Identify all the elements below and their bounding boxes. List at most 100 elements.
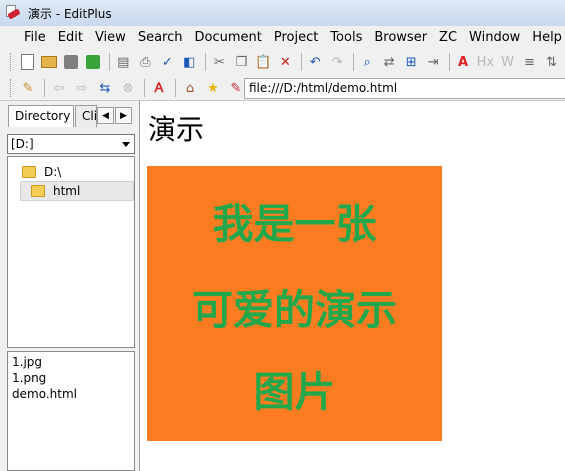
menu-window[interactable]: Window (465, 30, 528, 45)
menu-view[interactable]: View (91, 30, 134, 45)
cut-button[interactable]: ✂ (211, 53, 228, 71)
print-button[interactable]: ⎙ (137, 53, 154, 71)
save-all-button[interactable] (85, 53, 102, 71)
menu-project[interactable]: Project (270, 30, 326, 45)
toolbar-separator (175, 79, 176, 97)
tree-item-root[interactable]: D:\ (22, 162, 61, 182)
forward-button[interactable]: ⇨ (73, 79, 91, 97)
menu-edit[interactable]: Edit (54, 30, 91, 45)
toolbar-separator (144, 79, 145, 97)
replace-icon: ⇄ (383, 54, 395, 70)
font-a-icon: A (458, 54, 469, 70)
menu-file[interactable]: File (20, 30, 54, 45)
tree-item-label: D:\ (44, 165, 62, 179)
tab-scroll-right-button[interactable]: ▶ (115, 107, 132, 124)
tab-cliptext[interactable]: Cliptext (75, 105, 97, 127)
tree-item-label: html (53, 184, 81, 198)
replace-button[interactable]: ⇄ (381, 53, 398, 71)
address-input[interactable]: file:///D:/html/demo.html (244, 78, 565, 99)
delete-button[interactable]: ✕ (277, 53, 294, 71)
indent-icon: ≡ (524, 54, 535, 70)
toolbar-separator (448, 53, 450, 71)
new-file-icon (20, 54, 34, 70)
tab-scroll-left-button[interactable]: ◀ (97, 107, 114, 124)
find-button[interactable]: ⌕ (359, 53, 376, 71)
list-item[interactable]: 1.png (12, 370, 130, 386)
page-title: 演示 (148, 113, 205, 146)
standard-toolbar: ▤ ⎙ ✓ ◧ ✂ ❐ 📋 ✕ ↶ ↷ ⌕ ⇄ ⊞ ⇥ A Hx W ≡ ⇅ (0, 48, 565, 76)
forward-arrow-icon: ⇨ (76, 80, 88, 96)
print-preview-icon: ▤ (117, 54, 130, 70)
hex-button[interactable]: Hx (477, 53, 494, 71)
browser-view[interactable]: 演示 我是一张 可爱的演示 图片 (141, 101, 565, 471)
open-file-button[interactable] (41, 53, 58, 71)
toolbar-separator (204, 53, 206, 71)
printer-icon: ⎙ (140, 54, 151, 70)
clipboard-icon: 📋 (255, 54, 272, 70)
stop-button[interactable]: ⊗ (119, 79, 137, 97)
toolbar-grip[interactable] (10, 79, 13, 97)
magnifier-icon: ⌕ (363, 54, 371, 70)
find-in-files-button[interactable]: ⊞ (403, 53, 420, 71)
hex-icon: Hx (476, 54, 495, 70)
folder-icon (22, 166, 36, 178)
toolbar-separator (108, 53, 110, 71)
triangle-left-icon: ◀ (102, 110, 109, 121)
triangle-right-icon: ▶ (120, 110, 127, 121)
text-style-button[interactable]: Ａ (150, 79, 168, 97)
back-arrow-icon: ⇦ (53, 80, 65, 96)
indent-button[interactable]: ≡ (521, 53, 538, 71)
menu-zc[interactable]: ZC (435, 30, 465, 45)
save-button[interactable] (63, 53, 80, 71)
toolbar-separator (44, 79, 45, 97)
delete-x-icon: ✕ (279, 54, 291, 70)
image-text-line: 可爱的演示 (192, 286, 397, 334)
menu-tools[interactable]: Tools (326, 30, 370, 45)
paste-button[interactable]: 📋 (255, 53, 272, 71)
drive-select-value: [D:] (11, 137, 34, 151)
back-button[interactable]: ⇦ (50, 79, 68, 97)
home-icon: ⌂ (185, 80, 195, 96)
folder-open-icon (41, 56, 58, 68)
find-files-icon: ⊞ (405, 54, 417, 70)
menu-search[interactable]: Search (134, 30, 191, 45)
tree-item-html[interactable]: html (20, 181, 134, 201)
drive-select[interactable]: [D:] (7, 134, 135, 154)
save-all-icon (86, 55, 101, 69)
menu-browser[interactable]: Browser (370, 30, 435, 45)
tab-directory[interactable]: Directory (8, 105, 74, 127)
editplus-icon: ✎ (230, 80, 242, 96)
goto-line-button[interactable]: ⇥ (425, 53, 442, 71)
folder-open-icon (31, 185, 45, 197)
edit-button[interactable]: ✎ (19, 79, 37, 97)
favorites-button[interactable]: ★ (204, 79, 222, 97)
copy-button[interactable]: ❐ (233, 53, 250, 71)
new-file-button[interactable] (19, 53, 36, 71)
toolbar-grip[interactable] (10, 53, 13, 71)
undo-button[interactable]: ↶ (307, 53, 324, 71)
text-a-icon: Ａ (152, 80, 166, 96)
spell-check-button[interactable]: ✓ (159, 53, 176, 71)
view-browser-button[interactable]: ◧ (181, 53, 198, 71)
menu-document[interactable]: Document (190, 30, 269, 45)
print-preview-button[interactable]: ▤ (115, 53, 132, 71)
home-button[interactable]: ⌂ (181, 79, 199, 97)
pencil-icon: ✎ (22, 80, 34, 96)
font-button[interactable]: A (455, 53, 472, 71)
word-wrap-icon: W (501, 54, 514, 70)
image-text-line: 图片 (253, 368, 336, 416)
editplus-button[interactable]: ✎ (227, 79, 245, 97)
stop-icon: ⊗ (122, 80, 134, 96)
directory-tree[interactable]: D:\ html (7, 156, 135, 348)
spell-check-icon: ✓ (161, 54, 173, 70)
sort-button[interactable]: ⇅ (543, 53, 560, 71)
word-wrap-button[interactable]: W (499, 53, 516, 71)
redo-button[interactable]: ↷ (329, 53, 346, 71)
list-item[interactable]: 1.jpg (12, 354, 130, 370)
list-item[interactable]: demo.html (12, 386, 130, 402)
file-list[interactable]: 1.jpg 1.png demo.html (7, 351, 135, 471)
star-icon: ★ (207, 80, 219, 96)
menu-help[interactable]: Help (528, 30, 565, 45)
menu-bar: File Edit View Search Document Project T… (0, 26, 565, 48)
refresh-button[interactable]: ⇆ (96, 79, 114, 97)
